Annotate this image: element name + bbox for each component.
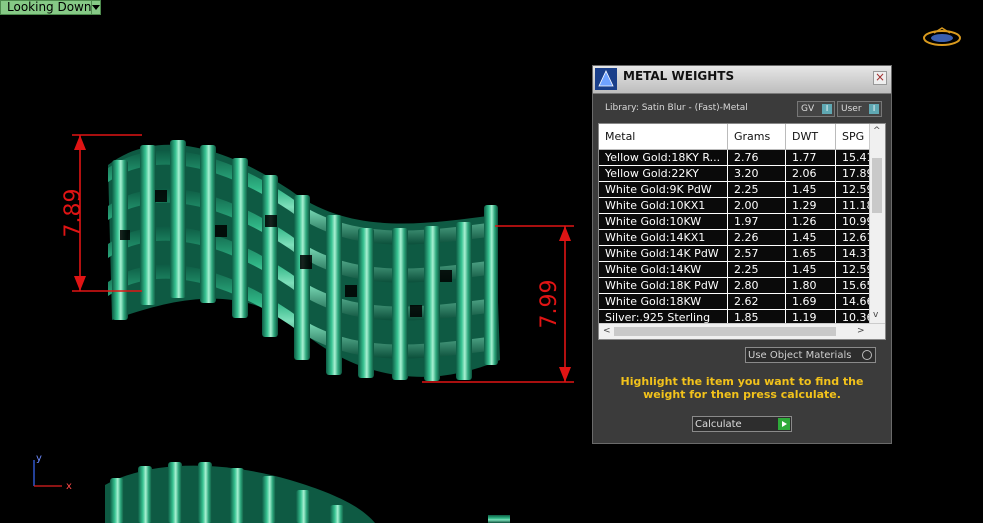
cell-dwt[interactable]: 1.29: [785, 197, 836, 214]
vertical-scroll-thumb[interactable]: [872, 158, 882, 213]
calculate-button[interactable]: Calculate: [692, 416, 792, 432]
cell-dwt[interactable]: 1.26: [785, 213, 836, 230]
cell-dwt[interactable]: 1.45: [785, 181, 836, 198]
panel-title: METAL WEIGHTS: [623, 69, 735, 83]
column-header-dwt[interactable]: DWT: [785, 124, 836, 150]
cell-grams[interactable]: 2.25: [727, 261, 786, 278]
dimension-left-value: 7.89: [61, 189, 86, 238]
table-row[interactable]: Yellow Gold:22KY 3.20 2.06 17.89: [599, 165, 883, 182]
chevron-down-icon[interactable]: [91, 1, 101, 14]
radio-icon: [862, 350, 872, 360]
panel-logo-icon: [595, 68, 617, 94]
cell-grams[interactable]: 2.00: [727, 197, 786, 214]
metal-weights-panel: METAL WEIGHTS × Library: Satin Blur - (F…: [592, 65, 892, 444]
panel-titlebar[interactable]: METAL WEIGHTS ×: [593, 66, 891, 94]
cell-metal[interactable]: White Gold:18KW: [599, 293, 728, 310]
cell-grams[interactable]: 1.97: [727, 213, 786, 230]
column-header-grams[interactable]: Grams: [727, 124, 786, 150]
dimension-right-value: 7.99: [537, 280, 562, 329]
gv-toggle-label: GV: [801, 104, 815, 114]
cell-dwt[interactable]: 2.06: [785, 165, 836, 182]
use-object-materials-label: Use Object Materials: [748, 350, 852, 361]
user-toggle-label: User: [841, 104, 862, 114]
table-row[interactable]: White Gold:18K PdW 2.80 1.80 15.65: [599, 277, 883, 294]
scroll-up-icon[interactable]: ^: [873, 126, 881, 136]
viewport-view-selector[interactable]: Looking Down: [0, 0, 101, 15]
cell-grams[interactable]: 2.76: [727, 149, 786, 166]
cell-dwt[interactable]: 1.45: [785, 261, 836, 278]
cell-grams[interactable]: 3.20: [727, 165, 786, 182]
cell-metal[interactable]: White Gold:10KX1: [599, 197, 728, 214]
table-header-row: Metal Grams DWT SPG: [599, 124, 883, 150]
scroll-down-icon[interactable]: v: [873, 310, 878, 320]
cell-grams[interactable]: 2.80: [727, 277, 786, 294]
cell-metal[interactable]: White Gold:14KX1: [599, 229, 728, 246]
cell-metal[interactable]: White Gold:14KW: [599, 261, 728, 278]
calculate-label: Calculate: [695, 419, 742, 430]
table-row[interactable]: Yellow Gold:18KY R... 2.76 1.77 15.41: [599, 149, 883, 166]
gv-toggle[interactable]: GV I: [797, 101, 835, 117]
table-row[interactable]: White Gold:18KW 2.62 1.69 14.66: [599, 293, 883, 310]
cell-dwt[interactable]: 1.65: [785, 245, 836, 262]
cell-metal[interactable]: White Gold:14K PdW: [599, 245, 728, 262]
toggle-knob-icon: I: [822, 104, 832, 114]
cell-grams[interactable]: 2.57: [727, 245, 786, 262]
user-toggle[interactable]: User I: [837, 101, 882, 117]
table-row[interactable]: White Gold:14KW 2.25 1.45 12.59: [599, 261, 883, 278]
play-icon: [778, 418, 790, 430]
close-icon[interactable]: ×: [873, 71, 887, 85]
column-header-metal[interactable]: Metal: [599, 124, 728, 150]
viewport-view-label: Looking Down: [7, 0, 92, 14]
table-row[interactable]: White Gold:14KX1 2.26 1.45 12.61: [599, 229, 883, 246]
cell-grams[interactable]: 2.62: [727, 293, 786, 310]
metal-weights-table[interactable]: Metal Grams DWT SPG Yellow Gold:18KY R..…: [598, 123, 886, 340]
cell-metal[interactable]: Yellow Gold:22KY: [599, 165, 728, 182]
cell-metal[interactable]: White Gold:10KW: [599, 213, 728, 230]
table-row[interactable]: White Gold:10KX1 2.00 1.29 11.18: [599, 197, 883, 214]
app-logo-icon[interactable]: [923, 27, 961, 46]
cell-dwt[interactable]: 1.45: [785, 229, 836, 246]
woven-band-model-secondary[interactable]: [105, 462, 510, 523]
axis-x-label: x: [66, 481, 72, 492]
library-label: Library: Satin Blur - (Fast)-Metal: [605, 103, 748, 113]
horizontal-scroll-thumb[interactable]: [614, 327, 836, 336]
table-row[interactable]: White Gold:10KW 1.97 1.26 10.99: [599, 213, 883, 230]
scroll-right-icon[interactable]: >: [857, 326, 865, 336]
cell-metal[interactable]: White Gold:9K PdW: [599, 181, 728, 198]
cell-metal[interactable]: White Gold:18K PdW: [599, 277, 728, 294]
woven-band-model[interactable]: [108, 140, 500, 381]
table-row[interactable]: White Gold:9K PdW 2.25 1.45 12.59: [599, 181, 883, 198]
cell-grams[interactable]: 2.26: [727, 229, 786, 246]
axis-y-label: y: [36, 453, 42, 464]
cell-grams[interactable]: 2.25: [727, 181, 786, 198]
toggle-knob-icon: I: [869, 104, 879, 114]
use-object-materials-toggle[interactable]: Use Object Materials: [745, 347, 876, 363]
cell-dwt[interactable]: 1.77: [785, 149, 836, 166]
table-vertical-scrollbar[interactable]: ^ v: [869, 124, 885, 324]
cell-metal[interactable]: Yellow Gold:18KY R...: [599, 149, 728, 166]
scroll-left-icon[interactable]: <: [603, 326, 611, 336]
table-horizontal-scrollbar[interactable]: < >: [599, 323, 885, 339]
instruction-hint: Highlight the item you want to find the …: [620, 375, 864, 401]
cell-dwt[interactable]: 1.69: [785, 293, 836, 310]
cell-dwt[interactable]: 1.80: [785, 277, 836, 294]
table-row[interactable]: White Gold:14K PdW 2.57 1.65 14.37: [599, 245, 883, 262]
